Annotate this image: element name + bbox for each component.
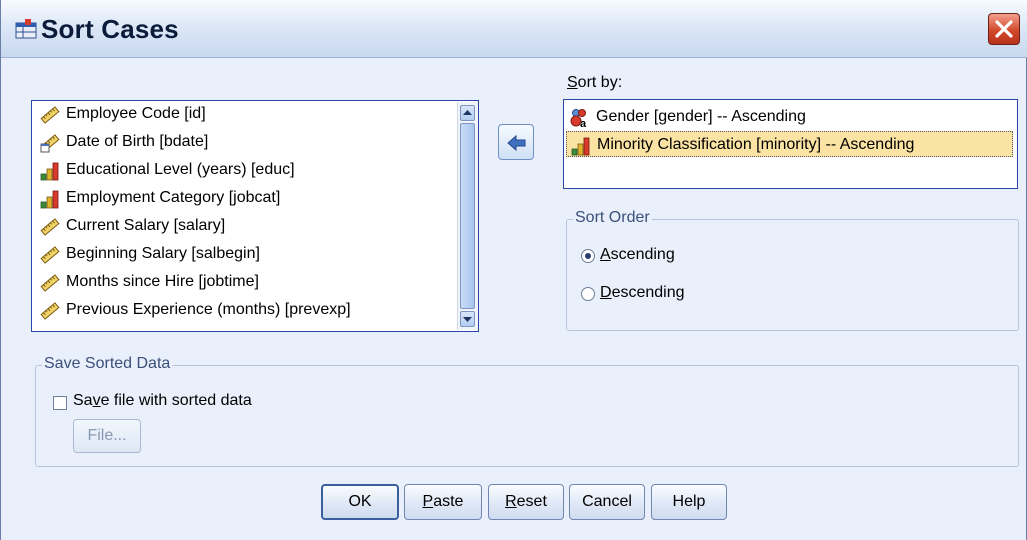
variables-list[interactable]: Employee Code [id] Date of Birth [bdate] E… <box>31 100 479 332</box>
sort-by-label: Minority Classification [minority] -- As… <box>597 136 915 153</box>
save-sorted-data-legend: Save Sorted Data <box>42 355 173 373</box>
app-icon <box>15 19 37 39</box>
variable-item[interactable]: Current Salary [salary] <box>40 213 460 239</box>
ordinal-icon <box>571 136 591 156</box>
variable-label: Employee Code [id] <box>66 105 206 122</box>
save-sorted-data-group: Save Sorted Data <box>35 355 1019 467</box>
scale-icon <box>40 301 60 321</box>
scale-icon <box>40 273 60 293</box>
save-file-checkbox[interactable] <box>53 396 67 410</box>
sort-by-item[interactable]: a Gender [gender] -- Ascending <box>566 104 1013 130</box>
ok-button[interactable]: OK <box>321 484 399 520</box>
arrow-left-icon <box>507 134 526 152</box>
file-button[interactable]: File... <box>73 419 141 453</box>
sort-by-list[interactable]: a Gender [gender] -- Ascending Minority Cl… <box>563 99 1018 189</box>
variable-label: Current Salary [salary] <box>66 217 226 234</box>
variable-label: Employment Category [jobcat] <box>66 189 281 206</box>
title-bar[interactable]: Sort Cases <box>1 0 1027 58</box>
close-icon <box>995 20 1013 38</box>
sort-by-label: Gender [gender] -- Ascending <box>596 108 806 125</box>
variables-scrollbar[interactable] <box>457 102 478 330</box>
variable-item[interactable]: Educational Level (years) [educ] <box>40 157 460 183</box>
save-file-label[interactable]: Save file with sorted data <box>73 392 252 410</box>
scroll-up-button[interactable] <box>460 105 475 121</box>
move-variable-button[interactable] <box>498 124 534 160</box>
date-scale-icon <box>40 133 60 153</box>
sort-order-legend: Sort Order <box>573 209 652 227</box>
arrow-up-icon <box>463 110 472 115</box>
descending-radio[interactable] <box>581 287 595 301</box>
scroll-down-button[interactable] <box>460 311 475 327</box>
svg-text:a: a <box>580 118 587 128</box>
ordinal-icon <box>40 161 60 181</box>
variable-item[interactable]: Months since Hire [jobtime] <box>40 269 460 295</box>
paste-button[interactable]: Paste <box>404 484 482 520</box>
variable-label: Previous Experience (months) [prevexp] <box>66 301 351 318</box>
nominal-icon: a <box>570 108 590 130</box>
sort-order-group: Sort Order <box>566 209 1019 331</box>
scale-icon <box>40 217 60 237</box>
variable-item[interactable]: Date of Birth [bdate] <box>40 129 460 155</box>
variable-label: Educational Level (years) [educ] <box>66 161 295 178</box>
close-button[interactable] <box>988 13 1020 45</box>
reset-button[interactable]: Reset <box>488 484 564 520</box>
variable-item[interactable]: Beginning Salary [salbegin] <box>40 241 460 267</box>
variable-label: Months since Hire [jobtime] <box>66 273 259 290</box>
sort-cases-dialog: Sort Cases Employee Code [id] Date of Bir… <box>0 0 1027 540</box>
variable-label: Date of Birth [bdate] <box>66 133 209 150</box>
ordinal-icon <box>40 189 60 209</box>
variable-item[interactable]: Employee Code [id] <box>40 101 460 127</box>
sort-by-item[interactable]: Minority Classification [minority] -- As… <box>566 131 1013 157</box>
sort-by-label: Sort by: <box>567 74 623 91</box>
help-button[interactable]: Help <box>651 484 727 520</box>
variable-item[interactable]: Employment Category [jobcat] <box>40 185 460 211</box>
scroll-thumb[interactable] <box>460 123 475 309</box>
ascending-label[interactable]: Ascending <box>600 246 675 264</box>
variable-item[interactable]: Previous Experience (months) [prevexp] <box>40 297 460 323</box>
variable-label: Beginning Salary [salbegin] <box>66 245 260 262</box>
dialog-title: Sort Cases <box>41 14 179 44</box>
arrow-down-icon <box>463 317 472 322</box>
cancel-button[interactable]: Cancel <box>569 484 645 520</box>
ascending-radio[interactable] <box>581 249 595 263</box>
descending-label[interactable]: Descending <box>600 284 685 302</box>
scale-icon <box>40 245 60 265</box>
scale-icon <box>40 105 60 125</box>
